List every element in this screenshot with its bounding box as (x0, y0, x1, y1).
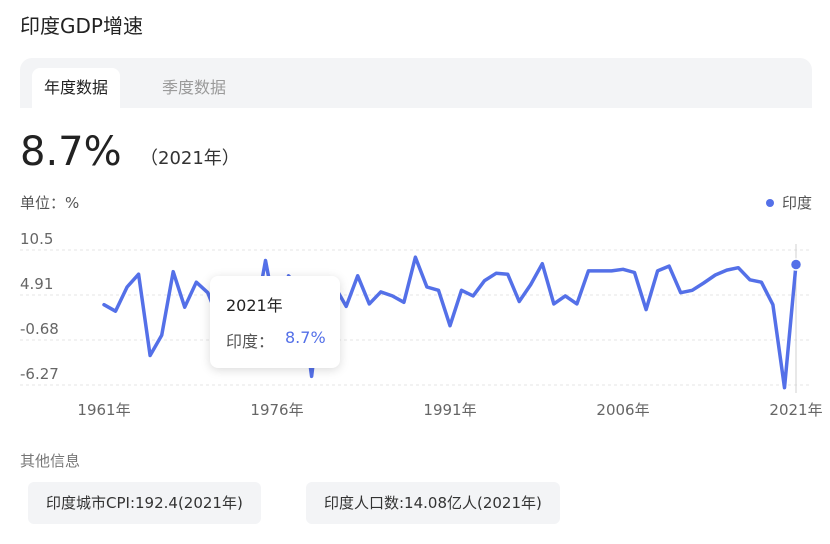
data-point (125, 285, 129, 289)
x-tick-label: 2021年 (769, 401, 822, 419)
data-point (563, 294, 567, 298)
data-point (483, 279, 487, 283)
data-point (102, 303, 106, 307)
other-info-title: 其他信息 (20, 452, 81, 470)
page-title: 印度GDP增速 (20, 14, 143, 38)
data-point (137, 272, 141, 276)
y-tick-label: -0.68 (20, 320, 59, 338)
x-tick-label: 1961年 (77, 401, 130, 419)
data-point (344, 304, 348, 308)
data-point (402, 300, 406, 304)
highlight-point (789, 258, 803, 271)
x-tick-label: 1976年 (250, 401, 303, 419)
data-point (782, 386, 786, 390)
data-point (702, 281, 706, 285)
data-point (552, 302, 556, 306)
data-point (656, 269, 660, 273)
data-point (540, 262, 544, 266)
data-point (736, 266, 740, 270)
data-point (621, 267, 625, 271)
data-point (148, 353, 152, 357)
data-point (609, 269, 613, 273)
y-tick-label: 4.91 (20, 275, 53, 293)
data-point (713, 273, 717, 277)
chart-tooltip: 2021年 印度： 8.7% (210, 276, 340, 368)
data-point (171, 270, 175, 274)
chip-cpi[interactable]: 印度城市CPI:192.4(2021年) (28, 482, 261, 524)
data-point (725, 268, 729, 272)
chip-population[interactable]: 印度人口数:14.08亿人(2021年) (306, 482, 560, 524)
tab-quarterly-data[interactable]: 季度数据 (150, 68, 238, 108)
data-point (667, 264, 671, 268)
gdp-growth-chart[interactable]: 10.5 4.91 -0.68 -6.27 1961年 1976年 1991年 2006年 2… (0, 225, 830, 435)
data-point (586, 269, 590, 273)
data-point (759, 280, 763, 284)
data-point (390, 294, 394, 298)
data-point (598, 269, 602, 273)
data-point (183, 305, 187, 309)
data-point (529, 283, 533, 287)
series-line-india (102, 255, 798, 390)
data-point (575, 302, 579, 306)
legend-label: 印度 (781, 194, 812, 212)
y-tick-label: 10.5 (20, 230, 53, 248)
data-point (517, 300, 521, 304)
y-tick-label: -6.27 (20, 365, 59, 383)
grid-layer (20, 249, 812, 386)
x-tick-label: 1991年 (423, 401, 476, 419)
data-point (471, 294, 475, 298)
data-point (425, 285, 429, 289)
latest-value: 8.7% (20, 129, 122, 175)
data-point (367, 302, 371, 306)
data-point (679, 291, 683, 295)
unit-label: 单位：% (20, 194, 80, 212)
data-point (310, 374, 314, 378)
data-point (771, 303, 775, 307)
legend-dot-icon (765, 198, 774, 207)
data-point (460, 288, 464, 292)
data-point (748, 278, 752, 282)
data-point (379, 290, 383, 294)
chart-legend[interactable]: 印度 (765, 192, 812, 213)
data-point (494, 271, 498, 275)
latest-year: （2021年） (140, 148, 240, 169)
data-point (506, 272, 510, 276)
tooltip-series-label: 印度： (226, 332, 275, 351)
data-point (633, 271, 637, 275)
data-point (436, 288, 440, 292)
data-point (160, 333, 164, 337)
tooltip-year: 2021年 (226, 296, 283, 315)
data-point (356, 274, 360, 278)
tab-bar: 年度数据 季度数据 (20, 58, 812, 108)
data-point (114, 309, 118, 313)
data-point (413, 255, 417, 259)
data-point (263, 258, 267, 262)
x-tick-label: 2006年 (596, 401, 649, 419)
x-axis-ticks: 1961年 1976年 1991年 2006年 2021年 (77, 401, 822, 419)
data-point (194, 280, 198, 284)
tooltip-value: 8.7% (285, 328, 326, 347)
data-point (690, 288, 694, 292)
tab-annual-data[interactable]: 年度数据 (32, 68, 121, 108)
data-point (448, 324, 452, 328)
y-axis-ticks: 10.5 4.91 -0.68 -6.27 (20, 230, 59, 383)
data-point (644, 308, 648, 312)
